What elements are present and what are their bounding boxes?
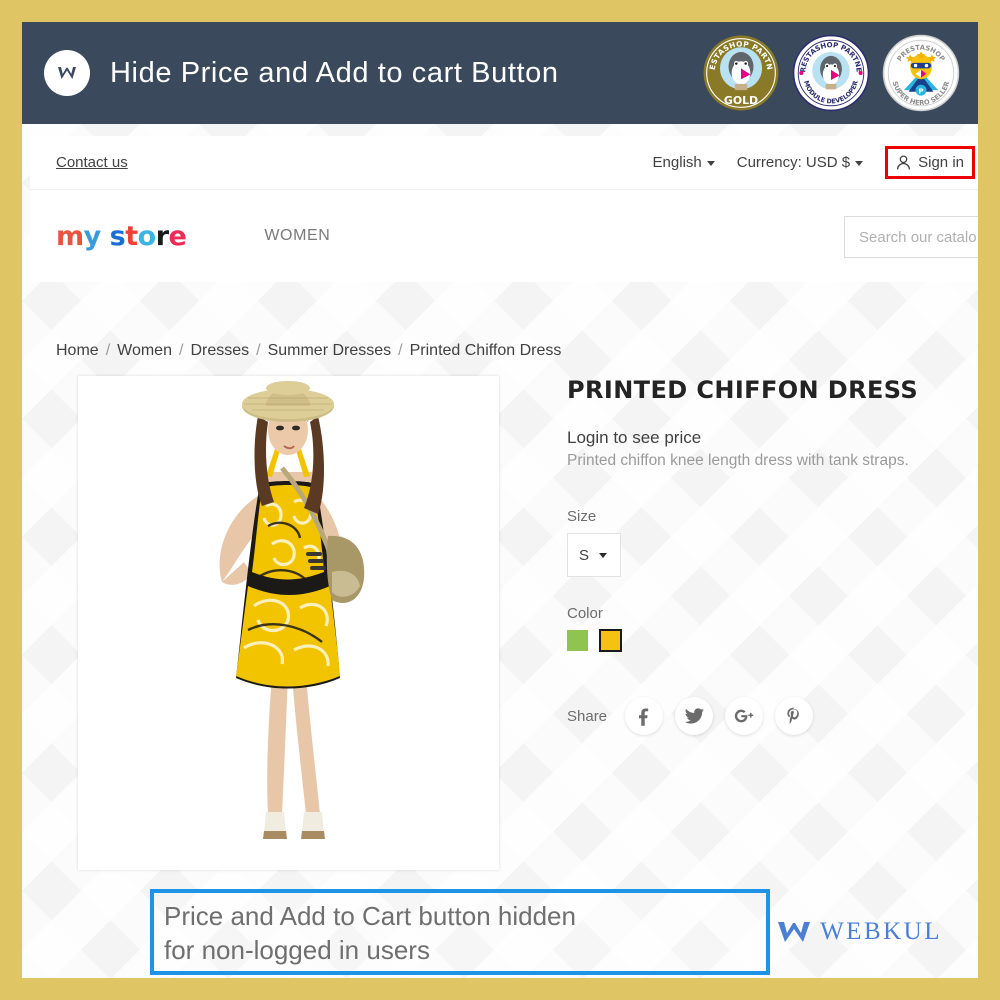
breadcrumb-separator: / xyxy=(398,342,403,359)
annotation-text: Price and Add to Cart button hidden for … xyxy=(164,901,576,966)
annotation-callout: Price and Add to Cart button hidden for … xyxy=(150,889,770,975)
color-swatch-green[interactable] xyxy=(567,630,588,651)
google-plus-icon[interactable] xyxy=(725,697,764,735)
search-input[interactable] xyxy=(859,228,978,246)
share-label: Share xyxy=(567,707,608,725)
sign-in-label: Sign in xyxy=(918,154,964,171)
color-swatch-yellow[interactable] xyxy=(599,629,622,652)
breadcrumb-item-summer-dresses[interactable]: Summer Dresses xyxy=(268,342,392,359)
chevron-down-icon xyxy=(599,552,608,558)
svg-text:GOLD: GOLD xyxy=(724,94,758,107)
breadcrumb-item-dresses[interactable]: Dresses xyxy=(190,342,249,359)
webkul-mark-icon xyxy=(778,922,811,942)
currency-selector[interactable]: Currency: USD $ xyxy=(736,154,864,171)
size-attribute-group: Size S xyxy=(567,508,967,577)
storefront-content: Contact us English Currency: USD $ Sign … xyxy=(22,124,978,978)
facebook-icon[interactable] xyxy=(625,697,664,735)
store-nav-row: my store WOMEN xyxy=(30,190,978,282)
page-title: PRINTED CHIFFON DRESS xyxy=(567,376,919,404)
banner-title: Hide Price and Add to cart Button xyxy=(110,56,559,89)
size-selected-value: S xyxy=(579,546,590,564)
breadcrumb-item-current: Printed Chiffon Dress xyxy=(409,342,562,359)
webkul-logo: WEBKUL xyxy=(777,918,942,946)
partner-badges: PRESTASHOP PARTNER GOLD PRESTASH xyxy=(702,34,960,112)
breadcrumb: Home / Women / Dresses / Summer Dresses / Printe… xyxy=(56,342,561,360)
product-image-card[interactable] xyxy=(78,376,499,870)
product-description: Printed chiffon knee length dress with t… xyxy=(567,452,909,469)
page-root: Hide Price and Add to cart Button PRESTA… xyxy=(0,0,1000,1000)
color-label: Color xyxy=(567,605,603,622)
webkul-mark-icon xyxy=(44,50,90,96)
prestashop-super-hero-seller-badge: P PRESTASHOP SUPER HERO SELLER xyxy=(882,34,960,112)
prestashop-partner-module-developer-badge: PRESTASHOP PARTNER MODULE DEVELOPER xyxy=(792,34,870,112)
nav-item-women[interactable]: WOMEN xyxy=(264,227,330,245)
color-attribute-group: Color xyxy=(567,605,967,652)
breadcrumb-item-women[interactable]: Women xyxy=(117,342,172,359)
twitter-icon[interactable] xyxy=(675,697,714,735)
color-swatch-list xyxy=(567,629,967,652)
size-label: Size xyxy=(567,508,597,525)
search-box[interactable] xyxy=(844,216,978,258)
svg-text:P: P xyxy=(918,86,923,95)
prestashop-partner-gold-badge: PRESTASHOP PARTNER GOLD xyxy=(702,34,779,111)
language-label: English xyxy=(652,154,702,171)
sign-in-button[interactable]: Sign in xyxy=(885,146,975,179)
chevron-down-icon xyxy=(706,160,715,166)
user-icon xyxy=(897,154,911,169)
breadcrumb-item-home[interactable]: Home xyxy=(56,342,99,359)
language-selector[interactable]: English xyxy=(653,154,715,171)
topbar-right-group: English Currency: USD $ Sign in xyxy=(653,146,978,179)
webkul-wordmark: WEBKUL xyxy=(820,918,942,945)
store-header: Contact us English Currency: USD $ Sign … xyxy=(30,136,978,282)
store-logo[interactable]: my store xyxy=(56,221,187,252)
contact-us-link[interactable]: Contact us xyxy=(56,154,128,171)
price-placeholder-message: Login to see price xyxy=(567,428,702,447)
breadcrumb-separator: / xyxy=(256,342,261,359)
product-photo xyxy=(78,376,499,870)
share-row: Share xyxy=(567,697,967,735)
pinterest-icon[interactable] xyxy=(775,697,814,735)
promo-banner: Hide Price and Add to cart Button PRESTA… xyxy=(22,22,978,124)
breadcrumb-separator: / xyxy=(178,342,184,359)
product-info: PRINTED CHIFFON DRESS Login to see price… xyxy=(567,376,967,735)
size-select[interactable]: S xyxy=(567,533,621,577)
breadcrumb-separator: / xyxy=(105,342,111,359)
store-topbar: Contact us English Currency: USD $ Sign … xyxy=(30,136,978,190)
currency-label: Currency: USD $ xyxy=(736,154,851,171)
chevron-down-icon xyxy=(855,160,864,166)
